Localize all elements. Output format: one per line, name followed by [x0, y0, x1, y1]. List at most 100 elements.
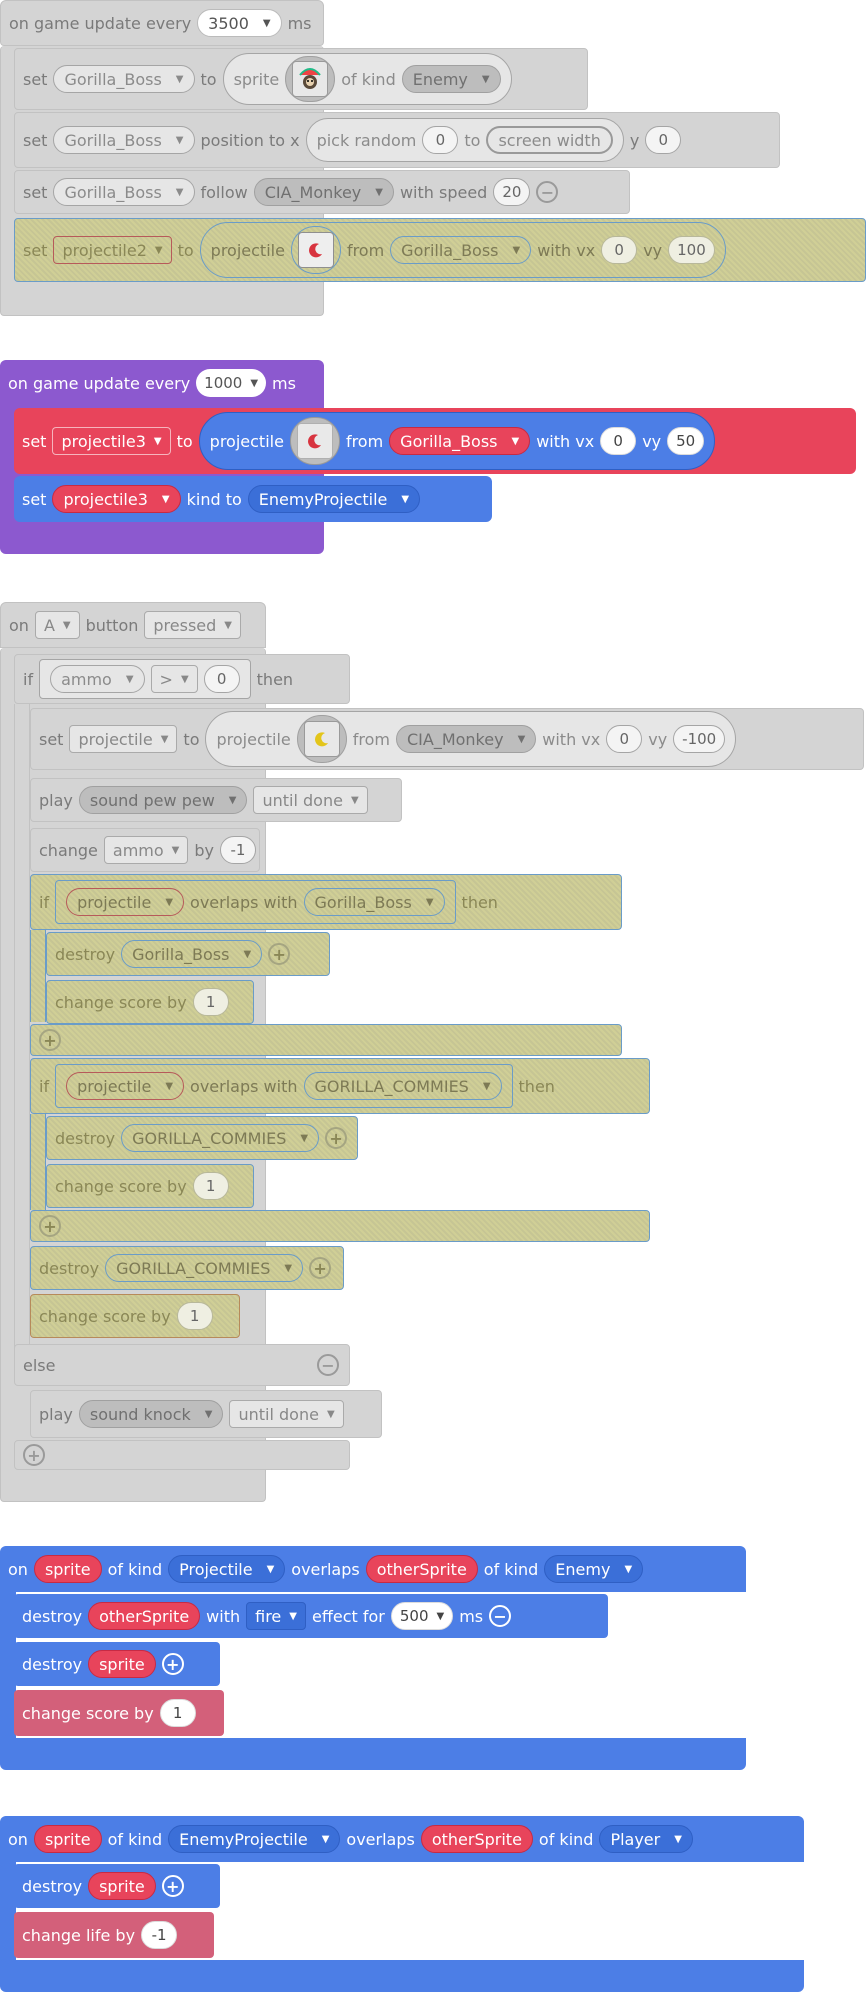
set-kind-block[interactable]: set projectile3 kind to EnemyProjectile: [14, 476, 492, 522]
source-dropdown[interactable]: Gorilla_Boss: [390, 236, 532, 264]
change-score-block[interactable]: change score by 1: [46, 980, 254, 1024]
event-dropdown[interactable]: pressed: [144, 611, 241, 639]
destroy-effect-block[interactable]: destroy otherSprite with fire effect for…: [14, 1594, 608, 1638]
add-else-plus-icon[interactable]: +: [39, 1029, 61, 1051]
other-sprite-variable[interactable]: otherSprite: [365, 1555, 478, 1583]
screen-width-reporter[interactable]: screen width: [486, 126, 613, 154]
target-dropdown[interactable]: GORILLA_COMMIES: [121, 1124, 320, 1152]
compare-reporter[interactable]: ammo > 0: [39, 659, 251, 699]
remove-else-minus-icon[interactable]: −: [317, 1354, 339, 1376]
expand-plus-icon[interactable]: +: [161, 1875, 184, 1897]
speed-input[interactable]: 20: [493, 178, 531, 206]
image-picker[interactable]: [289, 417, 340, 465]
source-dropdown[interactable]: CIA_Monkey: [395, 725, 537, 753]
vy-input[interactable]: 50: [667, 427, 705, 455]
operator-dropdown[interactable]: >: [150, 665, 198, 693]
target-dropdown[interactable]: GORILLA_COMMIES: [105, 1254, 304, 1282]
set-projectile-block[interactable]: set projectile to projectile from CIA_Mo…: [30, 708, 864, 770]
vx-input[interactable]: 0: [606, 725, 643, 753]
duration-dropdown[interactable]: 500: [390, 1602, 454, 1630]
sprite-a-dropdown[interactable]: projectile: [66, 888, 185, 916]
destroy-sprite-block[interactable]: destroy sprite +: [14, 1864, 220, 1908]
set-projectile2-block[interactable]: set projectile2 to projectile from Goril…: [14, 218, 866, 282]
play-knock-block[interactable]: play sound knock until done: [30, 1390, 382, 1438]
mode-dropdown[interactable]: until done: [229, 1400, 344, 1428]
image-picker[interactable]: [290, 226, 341, 274]
variable-dropdown[interactable]: projectile2: [53, 236, 172, 264]
score-value-input[interactable]: 1: [192, 988, 229, 1016]
change-value-input[interactable]: -1: [219, 836, 256, 864]
overlap-hat[interactable]: on sprite of kind Projectile overlaps ot…: [0, 1546, 746, 1592]
change-score-block[interactable]: change score by 1: [46, 1164, 254, 1208]
if-overlaps-commies-block[interactable]: if projectile overlaps with GORILLA_COMM…: [30, 1058, 650, 1114]
kind-a-dropdown[interactable]: EnemyProjectile: [168, 1825, 341, 1853]
score-value-input[interactable]: 1: [176, 1302, 213, 1330]
life-value-input[interactable]: -1: [141, 1921, 178, 1949]
if-ammo-block[interactable]: if ammo > 0 then: [14, 654, 350, 704]
variable-dropdown[interactable]: Gorilla_Boss: [53, 178, 195, 206]
variable-dropdown[interactable]: projectile3: [52, 427, 171, 455]
sprite-a-dropdown[interactable]: projectile: [66, 1072, 185, 1100]
target-variable[interactable]: sprite: [88, 1872, 156, 1900]
change-ammo-block[interactable]: change ammo by -1: [30, 828, 260, 872]
image-picker[interactable]: [285, 56, 336, 102]
other-sprite-variable[interactable]: otherSprite: [420, 1825, 533, 1853]
variable-dropdown[interactable]: ammo: [103, 836, 189, 864]
sprite-variable[interactable]: sprite: [33, 1555, 102, 1583]
score-value-input[interactable]: 1: [159, 1699, 196, 1727]
add-else-plus-icon[interactable]: +: [39, 1215, 61, 1237]
expand-plus-icon[interactable]: +: [325, 1127, 348, 1149]
sprite-b-dropdown[interactable]: GORILLA_COMMIES: [303, 1072, 502, 1100]
kind-b-dropdown[interactable]: Enemy: [544, 1555, 644, 1583]
mode-dropdown[interactable]: until done: [253, 786, 368, 814]
sprite-b-dropdown[interactable]: Gorilla_Boss: [303, 888, 445, 916]
follow-block[interactable]: set Gorilla_Boss follow CIA_Monkey with …: [14, 170, 630, 214]
play-sound-block[interactable]: play sound pew pew until done: [30, 778, 402, 822]
collapse-minus-icon[interactable]: −: [536, 181, 559, 203]
variable-dropdown[interactable]: Gorilla_Boss: [53, 126, 195, 154]
game-update-hat[interactable]: on game update every 1000 ms: [0, 360, 324, 406]
kind-b-dropdown[interactable]: Player: [599, 1825, 693, 1853]
target-dropdown[interactable]: CIA_Monkey: [253, 178, 394, 206]
source-dropdown[interactable]: Gorilla_Boss: [389, 427, 531, 455]
change-score-block[interactable]: change score by 1: [14, 1690, 224, 1736]
score-value-input[interactable]: 1: [192, 1172, 229, 1200]
overlap-hat[interactable]: on sprite of kind EnemyProjectile overla…: [0, 1816, 804, 1862]
variable-dropdown[interactable]: Gorilla_Boss: [53, 65, 195, 93]
compare-value-input[interactable]: 0: [203, 665, 240, 693]
set-sprite-block[interactable]: set Gorilla_Boss to sprite of kind Enemy: [14, 48, 588, 110]
interval-dropdown[interactable]: 1000: [196, 369, 267, 397]
change-life-block[interactable]: change life by -1: [14, 1912, 214, 1958]
add-else-if-plus-icon[interactable]: +: [23, 1444, 45, 1466]
game-update-hat[interactable]: on game update every 3500 ms: [0, 0, 324, 46]
set-position-block[interactable]: set Gorilla_Boss position to x pick rand…: [14, 112, 780, 168]
set-projectile3-block[interactable]: set projectile3 to projectile from Goril…: [14, 408, 856, 474]
change-score-block[interactable]: change score by 1: [30, 1294, 240, 1338]
kind-a-dropdown[interactable]: Projectile: [168, 1555, 286, 1583]
kind-dropdown[interactable]: Enemy: [401, 65, 501, 93]
image-picker[interactable]: [296, 715, 347, 763]
effect-dropdown[interactable]: fire: [246, 1602, 306, 1630]
projectile-reporter[interactable]: projectile from Gorilla_Boss with vx 0 v…: [198, 412, 716, 470]
variable-dropdown[interactable]: projectile: [69, 725, 178, 753]
if-overlaps-gorilla-block[interactable]: if projectile overlaps with Gorilla_Boss…: [30, 874, 622, 930]
button-dropdown[interactable]: A: [34, 611, 80, 639]
projectile-reporter[interactable]: projectile from Gorilla_Boss with vx 0 v…: [199, 222, 726, 278]
overlaps-reporter[interactable]: projectile overlaps with Gorilla_Boss: [55, 880, 456, 924]
target-variable[interactable]: sprite: [88, 1650, 156, 1678]
sound-dropdown[interactable]: sound knock: [78, 1400, 224, 1428]
destroy-block[interactable]: destroy Gorilla_Boss +: [46, 932, 330, 976]
expand-plus-icon[interactable]: +: [309, 1257, 332, 1279]
collapse-minus-icon[interactable]: −: [489, 1605, 512, 1627]
destroy-block[interactable]: destroy GORILLA_COMMIES +: [46, 1116, 358, 1160]
projectile-reporter[interactable]: projectile from CIA_Monkey with vx 0 vy …: [205, 711, 737, 767]
vx-input[interactable]: 0: [601, 236, 638, 264]
interval-dropdown[interactable]: 3500: [197, 9, 282, 37]
button-pressed-hat[interactable]: on A button pressed: [0, 602, 266, 648]
sprite-of-kind-reporter[interactable]: sprite of kind Enemy: [222, 53, 512, 105]
vy-input[interactable]: -100: [673, 725, 726, 753]
destroy-sprite-block[interactable]: destroy sprite +: [14, 1642, 220, 1686]
destroy-commies-block[interactable]: destroy GORILLA_COMMIES +: [30, 1246, 344, 1290]
target-variable[interactable]: otherSprite: [88, 1602, 201, 1630]
pick-random-reporter[interactable]: pick random 0 to screen width: [305, 118, 624, 162]
